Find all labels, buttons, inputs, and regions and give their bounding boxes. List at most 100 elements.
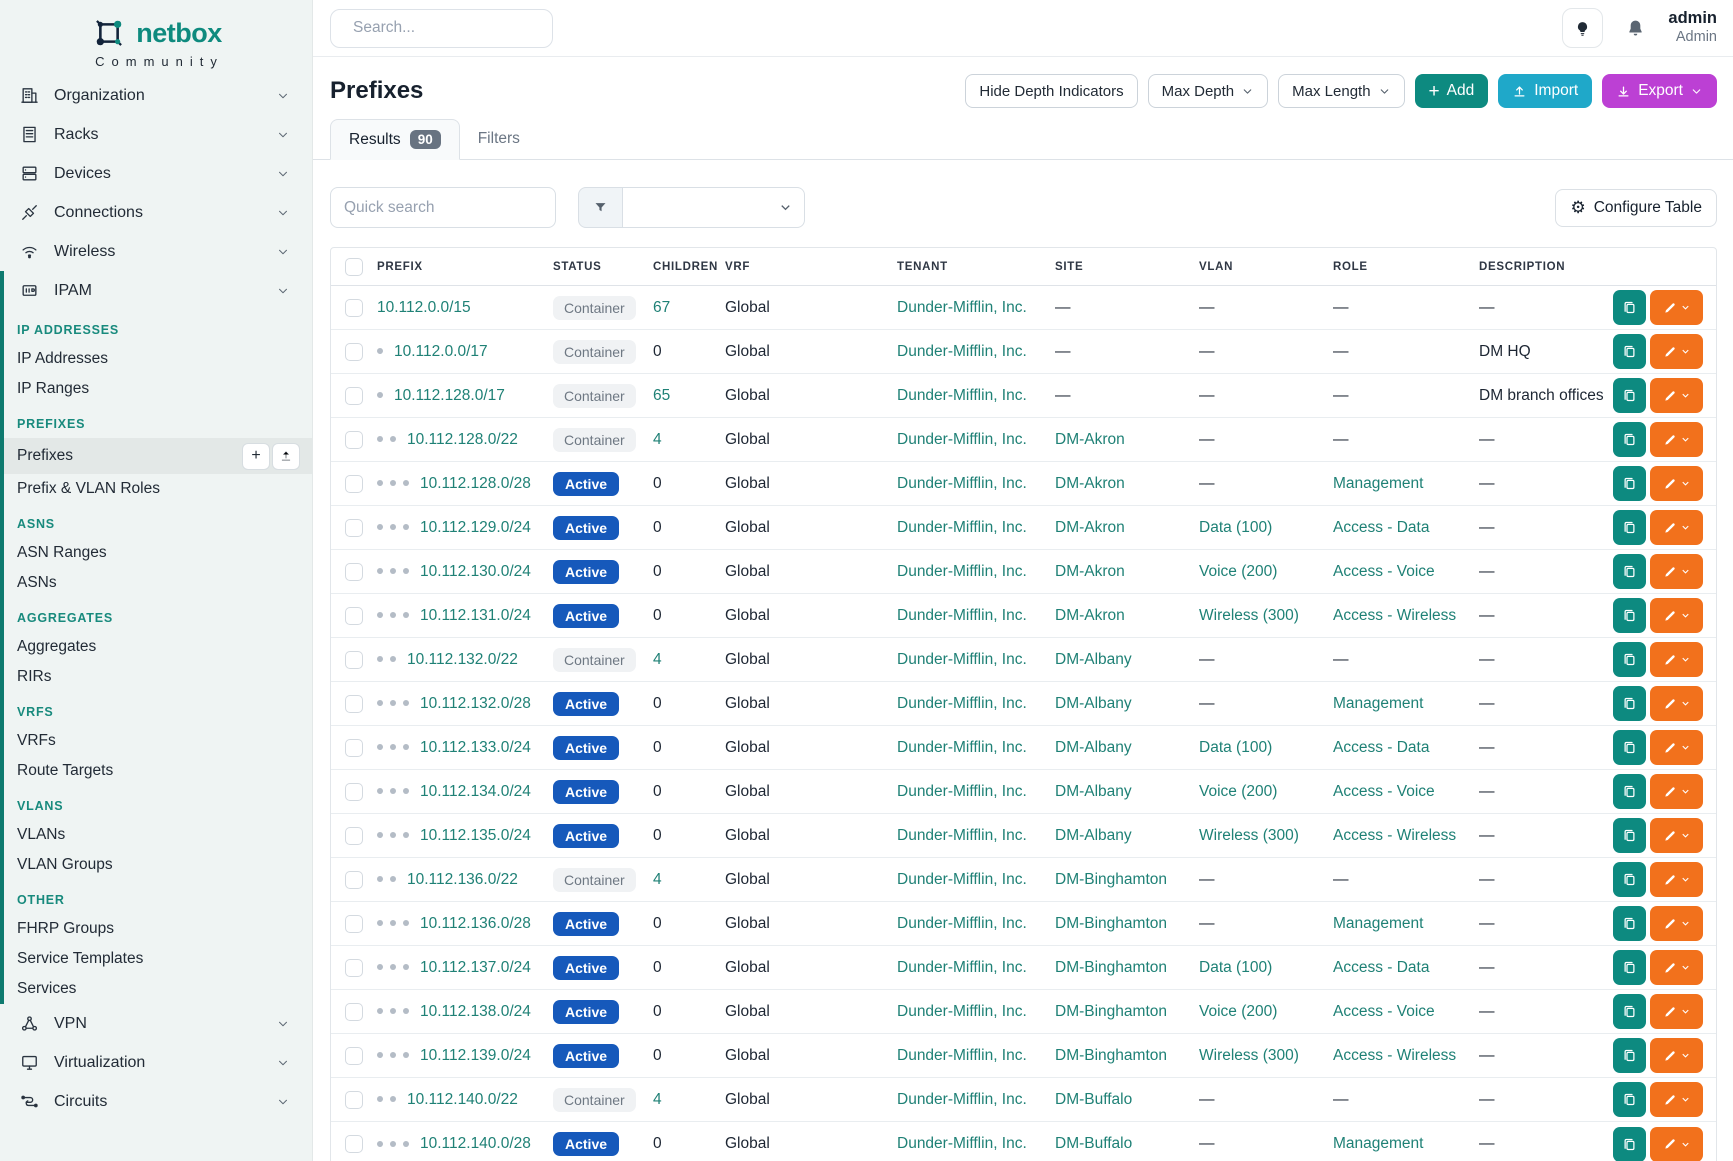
vlan-link[interactable]: Voice (200) [1199, 563, 1277, 580]
role-link[interactable]: Access - Wireless [1333, 1047, 1456, 1064]
tenant-link[interactable]: Dunder-Mifflin, Inc. [897, 871, 1027, 888]
edit-button[interactable] [1650, 818, 1703, 853]
role-link[interactable]: Access - Voice [1333, 563, 1435, 580]
sidebar-item-devices[interactable]: Devices [0, 154, 312, 193]
sidebar-item-aggregates[interactable]: Aggregates [4, 632, 312, 662]
site-link[interactable]: DM-Albany [1055, 695, 1132, 712]
prefix-link[interactable]: 10.112.132.0/28 [420, 695, 531, 712]
tenant-link[interactable]: Dunder-Mifflin, Inc. [897, 387, 1027, 404]
sidebar-item-connections[interactable]: Connections [0, 193, 312, 232]
column-header-vlan[interactable]: VLAN [1199, 261, 1333, 273]
role-link[interactable]: Management [1333, 915, 1423, 932]
row-checkbox[interactable] [345, 519, 363, 537]
tenant-link[interactable]: Dunder-Mifflin, Inc. [897, 431, 1027, 448]
children-count-link[interactable]: 65 [653, 387, 670, 404]
vlan-link[interactable]: Data (100) [1199, 959, 1272, 976]
column-header-site[interactable]: SITE [1055, 261, 1199, 273]
row-checkbox[interactable] [345, 431, 363, 449]
site-link[interactable]: DM-Akron [1055, 475, 1125, 492]
edit-button[interactable] [1650, 994, 1703, 1029]
role-link[interactable]: Access - Voice [1333, 783, 1435, 800]
copy-button[interactable] [1613, 334, 1646, 369]
site-link[interactable]: DM-Binghamton [1055, 915, 1167, 932]
sidebar-item-prefix-vlan-roles[interactable]: Prefix & VLAN Roles [4, 474, 312, 504]
children-count-link[interactable]: 4 [653, 1091, 662, 1108]
sidebar-item-service-templates[interactable]: Service Templates [4, 944, 312, 974]
prefix-link[interactable]: 10.112.0.0/15 [377, 299, 471, 316]
tenant-link[interactable]: Dunder-Mifflin, Inc. [897, 651, 1027, 668]
vlan-link[interactable]: Wireless (300) [1199, 827, 1299, 844]
copy-button[interactable] [1613, 862, 1646, 897]
site-link[interactable]: DM-Akron [1055, 563, 1125, 580]
children-count-link[interactable]: 4 [653, 431, 662, 448]
edit-button[interactable] [1650, 466, 1703, 501]
copy-button[interactable] [1613, 950, 1646, 985]
copy-button[interactable] [1613, 1082, 1646, 1117]
edit-button[interactable] [1650, 730, 1703, 765]
edit-button[interactable] [1650, 554, 1703, 589]
edit-button[interactable] [1650, 510, 1703, 545]
quick-import-prefix-button[interactable] [272, 443, 300, 470]
tenant-link[interactable]: Dunder-Mifflin, Inc. [897, 519, 1027, 536]
row-checkbox[interactable] [345, 695, 363, 713]
site-link[interactable]: DM-Akron [1055, 519, 1125, 536]
copy-button[interactable] [1613, 554, 1646, 589]
column-header-status[interactable]: STATUS [553, 261, 653, 273]
prefix-link[interactable]: 10.112.0.0/17 [394, 343, 488, 360]
prefix-link[interactable]: 10.112.136.0/28 [420, 915, 531, 932]
edit-button[interactable] [1650, 1082, 1703, 1117]
search-input[interactable] [353, 19, 553, 37]
row-checkbox[interactable] [345, 739, 363, 757]
max-depth-button[interactable]: Max Depth [1148, 74, 1269, 108]
role-link[interactable]: Access - Wireless [1333, 827, 1456, 844]
row-checkbox[interactable] [345, 563, 363, 581]
site-link[interactable]: DM-Binghamton [1055, 871, 1167, 888]
tenant-link[interactable]: Dunder-Mifflin, Inc. [897, 475, 1027, 492]
sidebar-item-virtualization[interactable]: Virtualization [0, 1043, 312, 1082]
site-link[interactable]: DM-Akron [1055, 607, 1125, 624]
row-checkbox[interactable] [345, 299, 363, 317]
vlan-link[interactable]: Voice (200) [1199, 783, 1277, 800]
copy-button[interactable] [1613, 422, 1646, 457]
row-checkbox[interactable] [345, 1135, 363, 1153]
row-checkbox[interactable] [345, 1003, 363, 1021]
tenant-link[interactable]: Dunder-Mifflin, Inc. [897, 739, 1027, 756]
sidebar-item-asn-ranges[interactable]: ASN Ranges [4, 538, 312, 568]
prefix-link[interactable]: 10.112.128.0/22 [407, 431, 518, 448]
row-checkbox[interactable] [345, 651, 363, 669]
site-link[interactable]: DM-Albany [1055, 827, 1132, 844]
sidebar-item-ip-ranges[interactable]: IP Ranges [4, 374, 312, 404]
prefix-link[interactable]: 10.112.132.0/22 [407, 651, 518, 668]
row-checkbox[interactable] [345, 387, 363, 405]
filter-button[interactable] [578, 187, 623, 228]
tenant-link[interactable]: Dunder-Mifflin, Inc. [897, 1091, 1027, 1108]
column-header-tenant[interactable]: TENANT [897, 261, 1055, 273]
column-header-children[interactable]: CHILDREN [653, 261, 725, 273]
copy-button[interactable] [1613, 906, 1646, 941]
copy-button[interactable] [1613, 1127, 1646, 1161]
row-checkbox[interactable] [345, 783, 363, 801]
configure-table-button[interactable]: ⚙ Configure Table [1555, 189, 1717, 227]
row-checkbox[interactable] [345, 827, 363, 845]
site-link[interactable]: DM-Albany [1055, 783, 1132, 800]
tenant-link[interactable]: Dunder-Mifflin, Inc. [897, 1003, 1027, 1020]
copy-button[interactable] [1613, 686, 1646, 721]
sidebar-item-vrfs[interactable]: VRFs [4, 726, 312, 756]
site-link[interactable]: DM-Binghamton [1055, 959, 1167, 976]
tenant-link[interactable]: Dunder-Mifflin, Inc. [897, 783, 1027, 800]
tenant-link[interactable]: Dunder-Mifflin, Inc. [897, 827, 1027, 844]
row-checkbox[interactable] [345, 1091, 363, 1109]
role-link[interactable]: Access - Data [1333, 959, 1429, 976]
tenant-link[interactable]: Dunder-Mifflin, Inc. [897, 1135, 1027, 1152]
add-button[interactable]: +Add [1415, 74, 1489, 108]
column-header-description[interactable]: DESCRIPTION [1479, 261, 1609, 273]
site-link[interactable]: DM-Albany [1055, 739, 1132, 756]
prefix-link[interactable]: 10.112.133.0/24 [420, 739, 531, 756]
vlan-link[interactable]: Voice (200) [1199, 1003, 1277, 1020]
hide-depth-indicators-button[interactable]: Hide Depth Indicators [965, 74, 1137, 108]
row-checkbox[interactable] [345, 871, 363, 889]
tenant-link[interactable]: Dunder-Mifflin, Inc. [897, 563, 1027, 580]
quick-search-input[interactable] [330, 187, 556, 228]
column-header-vrf[interactable]: VRF [725, 261, 897, 273]
copy-button[interactable] [1613, 466, 1646, 501]
